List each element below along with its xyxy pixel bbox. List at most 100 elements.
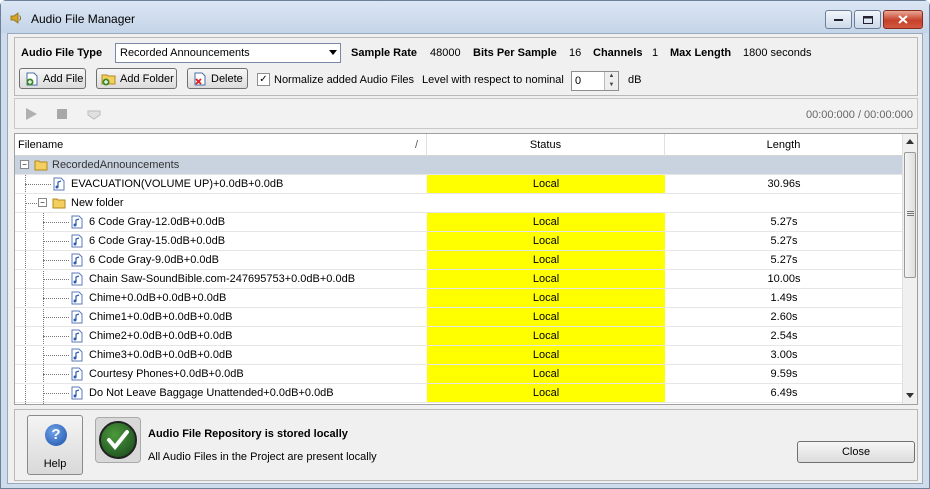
status-cell: Local bbox=[427, 213, 665, 231]
table-row[interactable]: Chime1+0.0dB+0.0dB+0.0dB Local 2.60s bbox=[15, 308, 903, 327]
spin-down-icon[interactable]: ▼ bbox=[604, 81, 618, 90]
maximize-button[interactable] bbox=[854, 10, 881, 29]
audio-file-manager-window: Audio File Manager Audio File Type Recor… bbox=[0, 0, 930, 489]
minimize-button[interactable] bbox=[825, 10, 852, 29]
audio-player-bar: 00:00:000 / 00:00:000 bbox=[14, 98, 918, 129]
folder-name: New folder bbox=[71, 197, 124, 209]
sample-rate-label: Sample Rate bbox=[351, 47, 418, 59]
length-cell: 9.59s bbox=[770, 368, 798, 380]
length-cell: 30.96s bbox=[767, 178, 801, 190]
length-cell: 5.27s bbox=[770, 216, 798, 228]
collapse-icon[interactable]: − bbox=[20, 160, 29, 169]
column-filename[interactable]: Filename / bbox=[15, 134, 427, 156]
column-length[interactable]: Length bbox=[665, 134, 903, 156]
status-cell: Local bbox=[427, 327, 665, 345]
channels-value: 1 bbox=[652, 47, 659, 59]
chevron-down-icon bbox=[329, 50, 337, 55]
table-row[interactable]: Chime+0.0dB+0.0dB+0.0dB Local 1.49s bbox=[15, 289, 903, 308]
normalize-checkbox[interactable]: ✓ bbox=[257, 73, 270, 86]
grid-header: Filename / Status Length bbox=[15, 134, 903, 156]
audio-file-icon bbox=[71, 310, 83, 324]
status-cell: Local bbox=[427, 251, 665, 269]
status-cell: Local bbox=[427, 175, 665, 193]
audio-file-icon bbox=[71, 234, 83, 248]
grip-icon bbox=[907, 211, 914, 216]
table-row[interactable]: − New folder bbox=[15, 194, 903, 213]
add-file-button[interactable]: Add File bbox=[19, 68, 86, 89]
max-length-value: 1800 seconds bbox=[743, 47, 812, 59]
folder-icon bbox=[52, 198, 66, 209]
table-row[interactable]: Chime3+0.0dB+0.0dB+0.0dB Local 3.00s bbox=[15, 346, 903, 365]
maximize-icon bbox=[862, 15, 873, 24]
vertical-scrollbar[interactable] bbox=[902, 134, 917, 404]
play-icon[interactable] bbox=[25, 107, 38, 121]
scroll-up-icon[interactable] bbox=[906, 139, 914, 144]
add-folder-label: Add Folder bbox=[120, 72, 174, 85]
add-folder-button[interactable]: Add Folder bbox=[96, 68, 177, 89]
add-file-label: Add File bbox=[43, 72, 84, 85]
file-name: Chime3+0.0dB+0.0dB+0.0dB bbox=[89, 349, 233, 361]
column-status[interactable]: Status bbox=[427, 134, 665, 156]
file-name: 6 Code Gray-9.0dB+0.0dB bbox=[89, 254, 219, 266]
spin-up-icon[interactable]: ▲ bbox=[604, 72, 618, 81]
bits-per-sample-value: 16 bbox=[569, 47, 582, 59]
help-button[interactable]: ? Help bbox=[27, 415, 83, 475]
audio-file-grid: Filename / Status Length − RecordedAnnou… bbox=[14, 133, 918, 405]
audio-file-icon bbox=[53, 177, 65, 191]
audio-file-type-dropdown[interactable]: Recorded Announcements bbox=[115, 43, 341, 63]
add-file-icon bbox=[26, 72, 38, 85]
table-row[interactable]: Chime2+0.0dB+0.0dB+0.0dB Local 2.54s bbox=[15, 327, 903, 346]
tree-row-root[interactable]: − RecordedAnnouncements bbox=[15, 156, 903, 175]
audio-file-icon bbox=[71, 367, 83, 381]
normalize-label: Normalize added Audio Files bbox=[274, 74, 415, 86]
level-spinbox[interactable]: 0 ▲ ▼ bbox=[571, 71, 619, 91]
table-row[interactable]: 6 Code Gray-15.0dB+0.0dB Local 5.27s bbox=[15, 232, 903, 251]
scroll-down-icon[interactable] bbox=[906, 393, 914, 398]
table-row[interactable]: EVACUATION(VOLUME UP)+0.0dB+0.0dB Local … bbox=[15, 175, 903, 194]
length-cell: 2.60s bbox=[770, 311, 798, 323]
audio-file-type-value: Recorded Announcements bbox=[120, 47, 250, 59]
sample-rate-value: 48000 bbox=[430, 47, 461, 59]
length-cell bbox=[665, 194, 903, 212]
app-icon bbox=[10, 12, 21, 24]
close-button[interactable]: Close bbox=[797, 441, 915, 463]
audio-file-icon bbox=[71, 386, 83, 400]
playback-time: 00:00:000 / 00:00:000 bbox=[805, 109, 913, 121]
status-cell: Local bbox=[427, 346, 665, 364]
file-name: Chime+0.0dB+0.0dB+0.0dB bbox=[89, 292, 227, 304]
length-cell: 2.54s bbox=[770, 330, 798, 342]
audio-file-type-label: Audio File Type bbox=[21, 47, 103, 59]
slider-thumb-icon[interactable] bbox=[87, 110, 101, 120]
length-cell: 3.00s bbox=[770, 349, 798, 361]
audio-file-icon bbox=[71, 348, 83, 362]
root-folder-label: RecordedAnnouncements bbox=[52, 159, 180, 171]
status-cell: Local bbox=[427, 384, 665, 402]
level-value: 0 bbox=[575, 75, 582, 87]
table-row[interactable]: Do Not Leave Baggage Unattended+0.0dB+0.… bbox=[15, 384, 903, 403]
repository-status-title: Audio File Repository is stored locally bbox=[148, 428, 348, 440]
close-window-button[interactable] bbox=[883, 10, 923, 29]
sort-indicator: / bbox=[414, 139, 418, 151]
table-row[interactable]: Courtesy Phones+0.0dB+0.0dB Local 9.59s bbox=[15, 365, 903, 384]
level-label: Level with respect to nominal bbox=[422, 74, 564, 86]
file-name: Courtesy Phones+0.0dB+0.0dB bbox=[89, 368, 244, 380]
scroll-thumb[interactable] bbox=[904, 152, 916, 278]
table-row[interactable]: Chain Saw-SoundBible.com-247695753+0.0dB… bbox=[15, 270, 903, 289]
checkmark-status-icon bbox=[95, 417, 141, 463]
collapse-icon[interactable]: − bbox=[38, 198, 47, 207]
status-cell: Local bbox=[427, 232, 665, 250]
table-row[interactable]: 6 Code Gray-9.0dB+0.0dB Local 5.27s bbox=[15, 251, 903, 270]
file-name: Chime1+0.0dB+0.0dB+0.0dB bbox=[89, 311, 233, 323]
stop-icon[interactable] bbox=[57, 109, 68, 120]
length-cell: 6.49s bbox=[770, 387, 798, 399]
audio-file-icon bbox=[71, 272, 83, 286]
status-cell: Local bbox=[427, 308, 665, 326]
table-row[interactable]: 6 Code Gray-12.0dB+0.0dB Local 5.27s bbox=[15, 213, 903, 232]
check-icon bbox=[107, 430, 129, 451]
audio-file-icon bbox=[71, 329, 83, 343]
length-cell: 1.49s bbox=[770, 292, 798, 304]
delete-button[interactable]: Delete bbox=[187, 68, 248, 89]
file-name: 6 Code Gray-15.0dB+0.0dB bbox=[89, 235, 226, 247]
client-area: Audio File Type Recorded Announcements S… bbox=[7, 33, 923, 484]
status-cell bbox=[427, 194, 665, 212]
